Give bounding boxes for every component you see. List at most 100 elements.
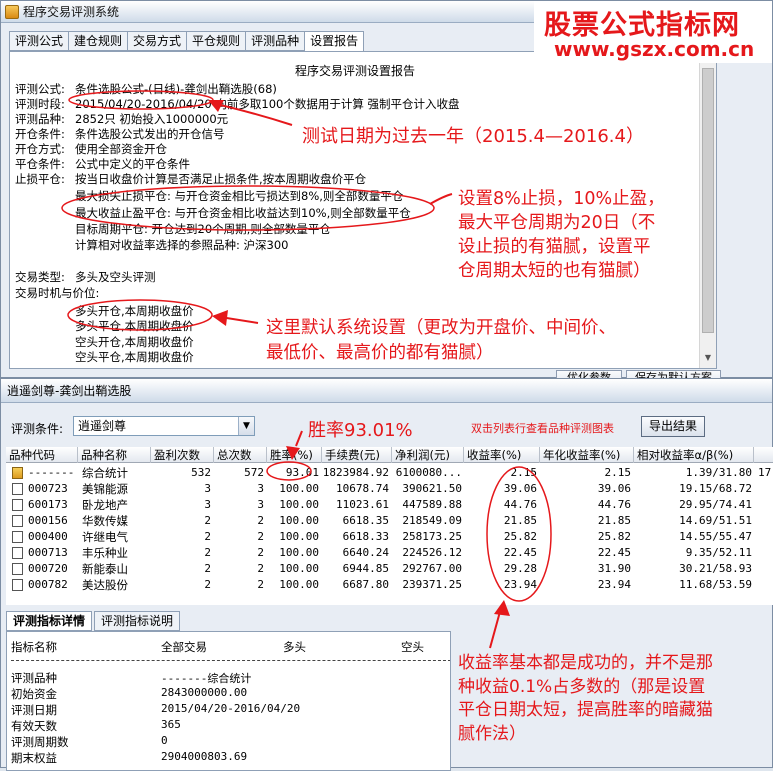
stock-file-icon — [12, 483, 23, 495]
col-relative[interactable]: 相对收益率α/β(%) — [634, 447, 754, 463]
stocks-value: 2852只 初始投入1000000元 — [75, 112, 229, 126]
period-note: 向前多取100个数据用于计算 强制平仓计入收盘 — [211, 97, 460, 111]
detail-metric-label: 初始资金 — [11, 687, 57, 701]
detail-metric-label: 评测周期数 — [11, 735, 69, 749]
col-total[interactable]: 总次数 — [214, 447, 267, 463]
tab-metric-help[interactable]: 评测指标说明 — [94, 611, 181, 631]
cell-extra — [758, 513, 773, 529]
tab-open-rules[interactable]: 建仓规则 — [68, 31, 128, 51]
table-row[interactable]: 000713 丰乐种业 2 2 100.00 6640.24 224526.12 22.45 2… — [6, 545, 773, 561]
tab-report[interactable]: 设置报告 — [304, 31, 365, 52]
table-header: 品种代码 品种名称 盈利次数 总次数 胜率(%) 手续费(元) 净利润(元) 收… — [6, 447, 773, 463]
cell-ret: 25.82 — [503, 530, 537, 543]
tab-close-rules[interactable]: 平仓规则 — [186, 31, 246, 51]
cell-wins: 2 — [204, 530, 211, 543]
cell-code: 000723 — [28, 482, 68, 495]
annotation-return-line-3: 平仓日期太短，提高胜率的暗藏猫 — [458, 700, 713, 720]
table-row[interactable]: 000156 华数传媒 2 2 100.00 6618.35 218549.09 21.85 2… — [6, 513, 773, 529]
table-row[interactable]: 000720 新能泰山 2 2 100.00 6944.85 292767.00 29.28 3… — [6, 561, 773, 577]
cell-ret: 39.06 — [503, 482, 537, 495]
cell-ret: 29.28 — [503, 562, 537, 575]
app-icon — [5, 4, 19, 19]
cell-fee: 6618.35 — [342, 514, 389, 527]
col-name[interactable]: 品种名称 — [78, 447, 151, 463]
table-row-summary[interactable]: ------- 综合统计 532 572 93.01 1823984.92 6100080.… — [6, 465, 773, 481]
cell-code: ------- — [28, 466, 75, 479]
tab-detail-metrics[interactable]: 评测指标详情 — [6, 611, 93, 631]
annotation-test-period: 测试日期为过去一年（2015.4—2016.4） — [302, 126, 644, 147]
col-annual[interactable]: 年化收益率(%) — [540, 447, 634, 463]
banner-site-url: www.gszx.com.cn — [554, 37, 755, 61]
cell-extra — [758, 561, 773, 577]
trade-type-label: 交易类型: — [15, 270, 65, 284]
cell-annual: 44.76 — [597, 498, 631, 511]
scroll-down-icon[interactable]: ▼ — [702, 352, 714, 364]
tab-trade-mode[interactable]: 交易方式 — [127, 31, 187, 51]
cell-annual: 2.15 — [604, 466, 632, 479]
tab-formula[interactable]: 评测公式 — [9, 31, 69, 51]
stock-file-icon — [12, 563, 23, 575]
detail-metric-value: 365 — [161, 718, 181, 731]
cell-total: 2 — [257, 514, 264, 527]
close-cond-value: 公式中定义的平仓条件 — [75, 157, 190, 171]
stocks-label: 评测品种: — [15, 112, 65, 126]
col-winrate[interactable]: 胜率(%) — [267, 447, 322, 463]
stop-value: 按当日收盘价计算是否满足止损条件,按本周期收盘价平仓 — [75, 172, 367, 186]
table-row[interactable]: 000723 美锦能源 3 3 100.00 10678.74 390621.50 39.06… — [6, 481, 773, 497]
cell-name: 许继电气 — [82, 530, 128, 544]
cell-name: 新能泰山 — [82, 562, 128, 576]
col-profit[interactable]: 净利润(元) — [392, 447, 464, 463]
col-wins[interactable]: 盈利次数 — [151, 447, 214, 463]
col-return[interactable]: 收益率(%) — [464, 447, 540, 463]
summary-folder-icon — [12, 467, 23, 479]
formula-label: 评测公式: — [15, 82, 65, 96]
annotation-returns: 收益率基本都是成功的，并不是那 种收益0.1%占多数的（那是设置 平仓日期太短，… — [458, 652, 713, 746]
cell-ret: 2.15 — [510, 466, 538, 479]
cell-code: 000720 — [28, 562, 68, 575]
col-code[interactable]: 品种代码 — [6, 447, 78, 463]
cell-annual: 25.82 — [597, 530, 631, 543]
annotation-price-line-1: 这里默认系统设置（更改为开盘价、中间价、 — [266, 318, 616, 338]
stock-file-icon — [12, 579, 23, 591]
chevron-down-icon[interactable]: ▼ — [238, 417, 254, 435]
cell-relative: 30.21/58.93 — [679, 562, 752, 575]
cell-profit: 390621.50 — [402, 482, 462, 495]
cell-profit: 6100080... — [395, 466, 462, 479]
col-fee[interactable]: 手续费(元) — [322, 447, 392, 463]
trade-type-line: 交易类型: 多头及空头评测 — [15, 270, 156, 284]
detail-metric-value: 0 — [161, 734, 168, 747]
cell-relative: 14.69/51.51 — [679, 514, 752, 527]
cell-extra — [758, 497, 773, 513]
cell-total: 3 — [257, 482, 264, 495]
table-row[interactable]: 600173 卧龙地产 3 3 100.00 11023.61 447589.88 44.76… — [6, 497, 773, 513]
cell-extra — [758, 529, 773, 545]
report-scrollbar[interactable]: ▲ ▼ — [699, 52, 716, 368]
criteria-label: 评测条件: — [11, 422, 64, 436]
cell-fee: 6944.85 — [342, 562, 389, 575]
cell-total: 2 — [257, 546, 264, 559]
cell-wins: 3 — [204, 498, 211, 511]
scroll-thumb[interactable] — [702, 68, 714, 333]
cell-extra — [758, 577, 773, 593]
max-loss-line: 最大损失止损平仓: 与开仓资金相比亏损达到8%,则全部数量平仓 — [75, 189, 404, 203]
table-row[interactable]: 000400 许继电气 2 2 100.00 6618.33 258173.25 25.82 2… — [6, 529, 773, 545]
dblclick-hint: 双击列表行查看品种评测图表 — [471, 422, 614, 435]
detail-metric-label: 有效天数 — [11, 719, 57, 733]
close-cond-line: 平仓条件: 公式中定义的平仓条件 — [15, 157, 190, 171]
cell-total: 2 — [257, 562, 264, 575]
detail-panel: 指标名称 全部交易 多头 空头 评测品种 -------综合统计 初始资金 28430… — [6, 631, 451, 771]
cell-code: 000782 — [28, 578, 68, 591]
export-results-button[interactable]: 导出结果 — [641, 416, 705, 437]
table-row[interactable]: 000782 美达股份 2 2 100.00 6687.80 239371.25 23.94 2… — [6, 577, 773, 593]
annotation-return-line-1: 收益率基本都是成功的，并不是那 — [458, 653, 713, 673]
timing-label: 交易时机与价位: — [15, 286, 100, 300]
detail-metric-label: 期末权益 — [11, 751, 57, 765]
criteria-select[interactable]: 逍遥剑尊 ▼ — [73, 416, 255, 436]
cell-wins: 532 — [191, 466, 211, 479]
cell-relative: 14.55/55.47 — [679, 530, 752, 543]
cell-annual: 31.90 — [597, 562, 631, 575]
tab-stocks[interactable]: 评测品种 — [245, 31, 305, 51]
annotation-stop-line-1: 设置8%止损，10%止盈， — [458, 189, 665, 209]
cell-ret: 22.45 — [503, 546, 537, 559]
cell-winrate: 100.00 — [279, 562, 319, 575]
